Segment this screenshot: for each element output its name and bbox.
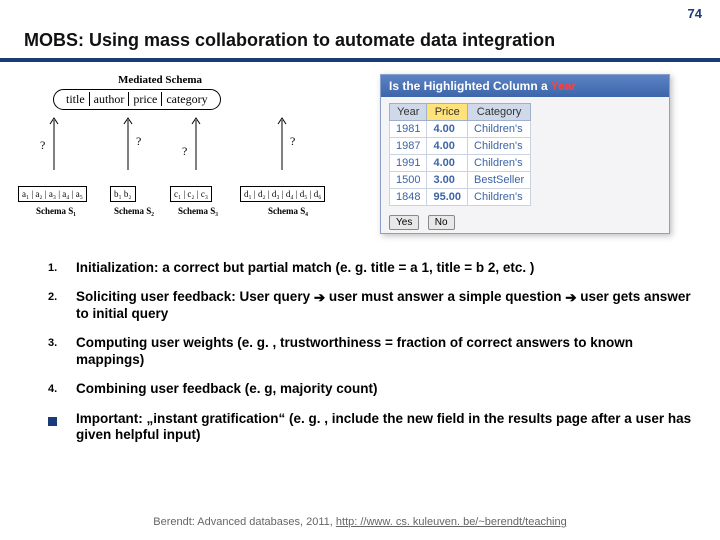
arrow-1: ? [48,114,60,172]
footer-link[interactable]: http: //www. cs. kuleuven. be/~berendt/t… [336,516,567,528]
list-text: Computing user weights (e. g. , trustwor… [76,335,692,368]
slide-title: MOBS: Using mass collaboration to automa… [24,30,555,51]
list-item: 3. Computing user weights (e. g. , trust… [48,335,692,368]
list-marker: 3. [48,335,76,368]
cell: Children's [468,155,531,172]
cell: 1991 [390,155,427,172]
arrow-right-icon: ➔ [314,290,325,306]
panel-table: Year Price Category 19814.00Children's 1… [389,103,531,206]
panel-question-highlight: Year [551,79,576,93]
col-price: price [128,92,161,106]
page-number: 74 [688,6,702,21]
schema-box-2: b₁ b₂ [110,186,136,202]
schema-label-4: Schema S₄ [268,206,308,216]
question-mark-icon: ? [40,138,45,153]
cell: 1987 [390,138,427,155]
mediated-schema-label: Mediated Schema [118,74,202,86]
cell: 1500 [390,172,427,189]
feedback-panel: Is the Highlighted Column a Year Year Pr… [380,74,670,234]
cell: 1981 [390,121,427,138]
cell: 4.00 [427,138,468,155]
footer: Berendt: Advanced databases, 2011, http:… [0,516,720,528]
list-item: 4. Combining user feedback (e. g, majori… [48,381,692,397]
schema-label-2: Schema S₂ [114,206,154,216]
schema-box-1: a₁ | a₂ | a₃ | a₄ | a₅ [18,186,87,202]
cell: 3.00 [427,172,468,189]
schema-label-1: Schema S₁ [36,206,76,216]
yes-button[interactable]: Yes [389,215,419,230]
square-bullet-icon [48,417,57,426]
text-part: Soliciting user feedback: User query [76,289,314,304]
arrow-2: ? [122,114,134,172]
no-button[interactable]: No [428,215,455,230]
list-marker-square [48,411,76,444]
question-mark-icon: ? [136,134,141,149]
table-row: 15003.00BestSeller [390,172,531,189]
table-row: 19814.00Children's [390,121,531,138]
list-marker: 4. [48,381,76,397]
question-mark-icon: ? [182,144,187,159]
col-category: category [161,92,211,106]
list-marker: 1. [48,260,76,276]
cell: BestSeller [468,172,531,189]
steps-list: 1. Initialization: a correct but partial… [48,260,692,457]
list-text: Soliciting user feedback: User query ➔ u… [76,289,692,322]
arrow-right-icon: ➔ [565,290,576,306]
panel-question-prefix: Is the Highlighted Column a [389,79,551,93]
schema-box-4: d₁ | d₂ | d₃ | d₄ | d₅ | d₆ [240,186,325,202]
cell: 4.00 [427,155,468,172]
cell: 1848 [390,189,427,206]
list-item: 1. Initialization: a correct but partial… [48,260,692,276]
col-author: author [89,92,129,106]
cell: Children's [468,138,531,155]
schema-label-3: Schema S₃ [178,206,218,216]
text-part: user must answer a simple question [325,289,565,304]
cell: 4.00 [427,121,468,138]
list-text: Combining user feedback (e. g, majority … [76,381,692,397]
table-row: 19914.00Children's [390,155,531,172]
th-year: Year [390,104,427,121]
schema-diagram: Mediated Schema titleauthorpricecategory… [18,74,348,244]
col-title: title [62,92,89,106]
list-text: Initialization: a correct but partial ma… [76,260,692,276]
arrow-3: ? [190,114,202,172]
th-category: Category [468,104,531,121]
footer-prefix: Berendt: Advanced databases, 2011, [153,516,336,528]
mediated-schema-box: titleauthorpricecategory [53,89,221,110]
question-mark-icon: ? [290,134,295,149]
list-text: Important: „instant gratification“ (e. g… [76,411,692,444]
arrow-4: ? [276,114,288,172]
list-item: 2. Soliciting user feedback: User query … [48,289,692,322]
schema-box-3: c₁ | c₂ | c₃ [170,186,212,202]
list-marker: 2. [48,289,76,322]
table-row: 184895.00Children's [390,189,531,206]
th-price: Price [427,104,468,121]
cell: Children's [468,121,531,138]
panel-question: Is the Highlighted Column a Year [381,75,669,97]
cell: 95.00 [427,189,468,206]
table-row: 19874.00Children's [390,138,531,155]
cell: Children's [468,189,531,206]
list-item: Important: „instant gratification“ (e. g… [48,411,692,444]
title-rule [0,58,720,62]
